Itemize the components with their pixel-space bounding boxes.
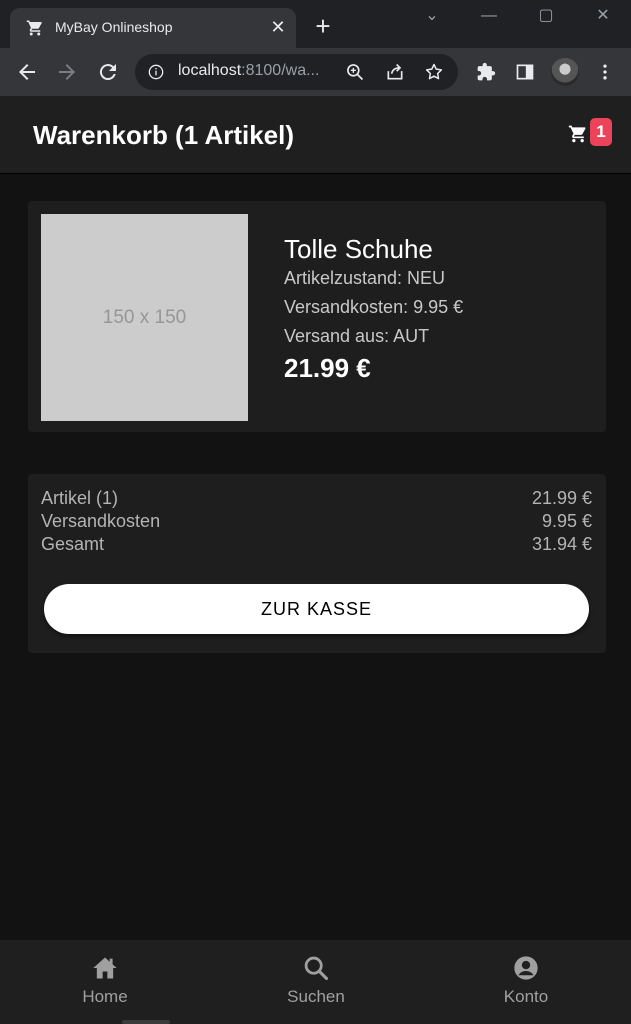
product-name: Tolle Schuhe: [284, 234, 433, 264]
summary-value: 21.99 €: [531, 488, 592, 508]
browser-toolbar: localhost:8100/wa...: [0, 48, 631, 96]
product-condition: Artikelzustand: NEU: [284, 268, 446, 288]
summary-value: 31.94 €: [531, 534, 592, 554]
bottom-tab-bar: Home Suchen Konto: [0, 940, 631, 1024]
tab-search-icon[interactable]: ⌄: [412, 4, 452, 28]
search-icon: [304, 956, 329, 981]
home-indicator: [122, 1020, 170, 1024]
zoom-icon[interactable]: [345, 62, 365, 82]
tab-label: Home: [82, 987, 128, 1006]
minimize-icon[interactable]: —: [469, 4, 509, 28]
summary-label: Gesamt: [41, 534, 105, 554]
product-price: 21.99 €: [284, 353, 371, 383]
app-header: Warenkorb (1 Artikel) 1: [0, 96, 631, 174]
bookmark-star-icon[interactable]: [424, 62, 444, 82]
forward-icon[interactable]: [55, 60, 79, 84]
summary-label: Versandkosten: [41, 511, 161, 531]
browser-tab-strip: MyBay Onlineshop ✕ + ⌄ — ▢ ✕: [0, 0, 631, 48]
cart-item-card[interactable]: 150 x 150 Tolle Schuhe Artikelzustand: N…: [28, 201, 606, 432]
person-circle-icon: [514, 956, 538, 980]
home-icon: [93, 957, 117, 979]
side-panel-icon[interactable]: [515, 62, 535, 82]
tab-label: Suchen: [287, 987, 345, 1006]
reload-icon[interactable]: [96, 60, 120, 84]
tab-close-icon[interactable]: ✕: [268, 17, 288, 37]
close-window-icon[interactable]: ✕: [583, 4, 623, 28]
tab-label: Konto: [503, 987, 549, 1006]
summary-label: Artikel (1): [41, 488, 119, 508]
browser-tab[interactable]: MyBay Onlineshop ✕: [10, 8, 296, 48]
summary-row-shipping: Versandkosten 9.95 €: [41, 511, 592, 534]
maximize-icon[interactable]: ▢: [526, 4, 566, 28]
cart-favicon-icon: [26, 20, 42, 36]
cart-icon: [568, 125, 586, 143]
product-image: 150 x 150: [41, 214, 248, 421]
summary-row-items: Artikel (1) 21.99 €: [41, 488, 592, 511]
cart-count-badge: 1: [590, 118, 612, 146]
url-host: localhost: [178, 62, 242, 79]
address-bar[interactable]: localhost:8100/wa...: [135, 54, 458, 90]
checkout-button[interactable]: ZUR KASSE: [44, 584, 589, 634]
summary-value: 9.95 €: [541, 511, 592, 531]
image-placeholder-text: 150 x 150: [102, 306, 187, 328]
new-tab-icon[interactable]: +: [310, 13, 336, 40]
tab-account[interactable]: Konto: [421, 940, 631, 1024]
order-summary-card: Artikel (1) 21.99 € Versandkosten 9.95 €…: [28, 474, 606, 653]
profile-avatar[interactable]: [551, 58, 579, 86]
tab-home[interactable]: Home: [0, 940, 210, 1024]
page-title: Warenkorb (1 Artikel): [33, 120, 295, 150]
product-shipping-cost: Versandkosten: 9.95 €: [284, 297, 464, 317]
product-ships-from: Versand aus: AUT: [284, 326, 430, 346]
url-path: :8100/wa...: [241, 62, 320, 79]
back-icon[interactable]: [15, 60, 39, 84]
site-info-icon[interactable]: [148, 64, 164, 80]
extensions-icon[interactable]: [476, 62, 496, 82]
share-icon[interactable]: [385, 62, 405, 82]
tab-title: MyBay Onlineshop: [55, 19, 173, 35]
browser-menu-icon[interactable]: [595, 62, 615, 82]
url-text: localhost:8100/wa...: [178, 62, 319, 80]
cart-button[interactable]: 1: [568, 118, 612, 148]
tab-search[interactable]: Suchen: [211, 940, 421, 1024]
summary-row-total: Gesamt 31.94 €: [41, 534, 592, 557]
